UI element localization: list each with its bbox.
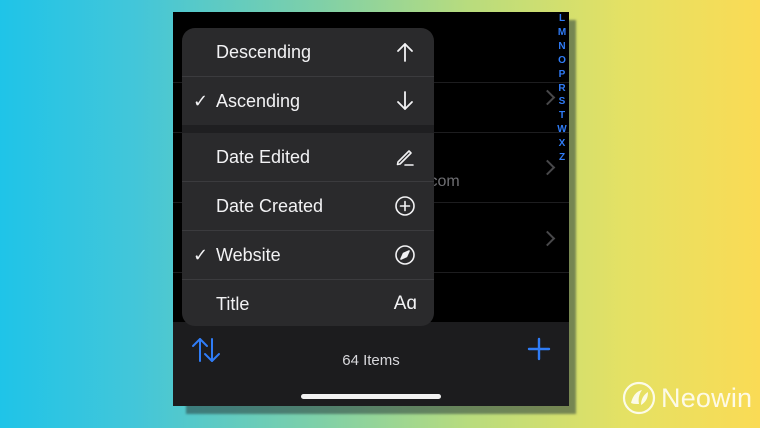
plus-circle-icon bbox=[395, 196, 415, 216]
index-letter[interactable]: M bbox=[558, 26, 566, 40]
menu-item-descending[interactable]: Descending bbox=[182, 28, 434, 76]
watermark-text: Neowin bbox=[661, 382, 753, 413]
menu-item-title[interactable]: Title Aɑ bbox=[182, 280, 434, 326]
pencil-icon bbox=[396, 150, 414, 166]
section-index-bar[interactable]: L M N O P R S T W X Z bbox=[555, 12, 569, 165]
menu-item-ascending[interactable]: ✓ Ascending bbox=[182, 77, 434, 125]
arrow-up-icon bbox=[397, 43, 413, 62]
sort-menu: Descending ✓ Ascending Date Edited Date … bbox=[182, 28, 434, 326]
chevron-right-icon bbox=[539, 159, 556, 176]
index-letter[interactable]: P bbox=[559, 68, 566, 82]
menu-item-label: Descending bbox=[216, 42, 312, 62]
menu-group-divider bbox=[182, 125, 434, 133]
home-indicator[interactable] bbox=[301, 394, 441, 399]
menu-item-label: Date Edited bbox=[216, 147, 311, 167]
index-letter[interactable]: L bbox=[559, 12, 565, 26]
index-letter[interactable]: S bbox=[559, 95, 566, 109]
index-letter[interactable]: X bbox=[559, 137, 566, 151]
add-icon[interactable] bbox=[527, 337, 551, 361]
chevron-right-icon bbox=[539, 89, 556, 106]
menu-item-label: Website bbox=[216, 245, 281, 265]
compass-icon bbox=[395, 245, 415, 265]
neowin-watermark: Neowin bbox=[622, 381, 752, 415]
checkmark-icon: ✓ bbox=[193, 245, 209, 265]
index-letter[interactable]: W bbox=[557, 123, 566, 137]
index-letter[interactable]: N bbox=[558, 40, 565, 54]
arrow-down-icon bbox=[397, 91, 413, 110]
checkmark-icon: ✓ bbox=[193, 91, 209, 111]
index-letter[interactable]: T bbox=[559, 109, 565, 123]
menu-item-label: Title bbox=[216, 294, 250, 314]
menu-item-website[interactable]: ✓ Website bbox=[182, 231, 434, 279]
menu-item-label: Date Created bbox=[216, 196, 324, 216]
index-letter[interactable]: R bbox=[558, 82, 565, 96]
items-count-label: 64 Items bbox=[342, 352, 400, 369]
chevron-right-icon bbox=[539, 230, 556, 247]
font-size-icon: Aɑ bbox=[393, 293, 417, 314]
menu-item-date-created[interactable]: Date Created bbox=[182, 182, 434, 230]
menu-item-date-edited[interactable]: Date Edited bbox=[182, 133, 434, 181]
index-letter[interactable]: Z bbox=[559, 151, 565, 165]
bottom-toolbar: 64 Items bbox=[173, 322, 569, 406]
menu-item-label: Ascending bbox=[216, 91, 301, 111]
index-letter[interactable]: O bbox=[558, 54, 566, 68]
neowin-logo-icon bbox=[622, 381, 656, 415]
